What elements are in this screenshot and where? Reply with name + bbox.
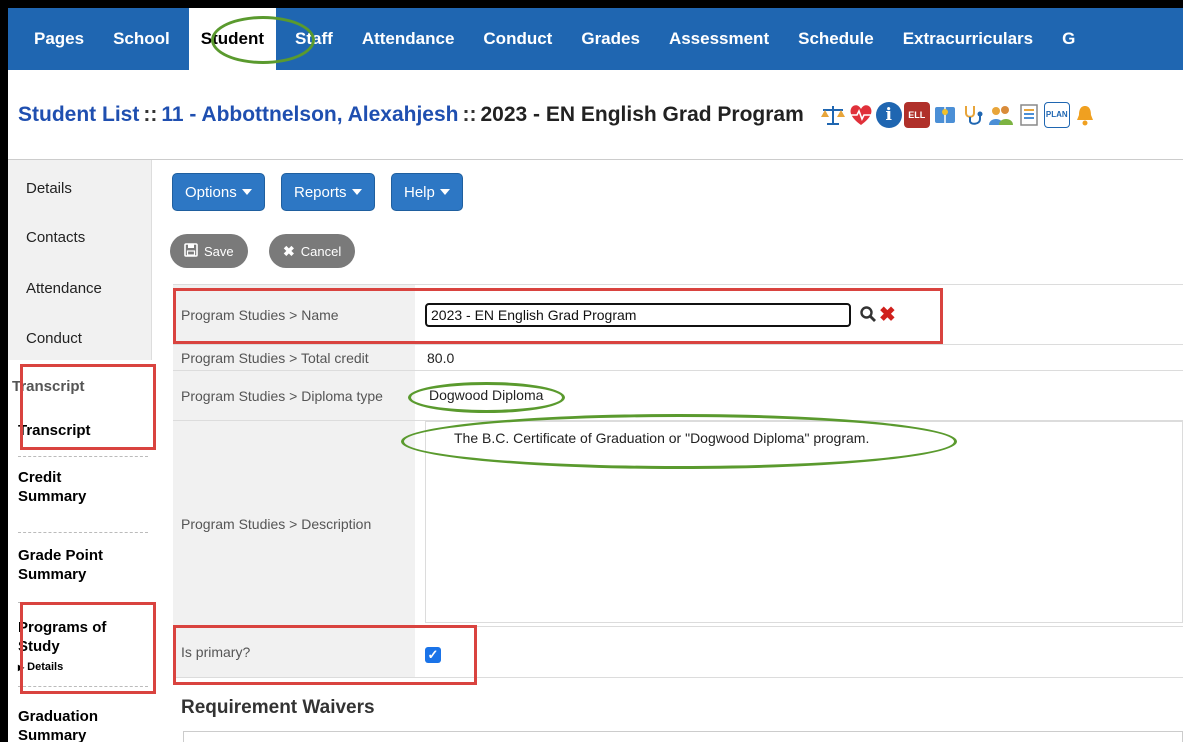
floppy-disk-icon (184, 242, 198, 260)
tab-staff[interactable]: Staff (295, 8, 333, 70)
tab-schedule[interactable]: Schedule (798, 8, 874, 70)
plan-icon[interactable]: PLAN (1043, 101, 1070, 128)
info-icon[interactable]: i (875, 101, 902, 128)
sidebar-item-conduct[interactable]: Conduct (26, 330, 82, 347)
bell-icon[interactable] (1071, 101, 1098, 128)
sidebar-item-grade-point-summary[interactable]: Grade Point Summary (18, 546, 103, 584)
sidebar-item-programs-of-study[interactable]: Programs of Study ▶ Details (18, 618, 106, 677)
options-button[interactable]: Options (172, 173, 265, 211)
form-row-description: Program Studies > Description The B.C. C… (173, 420, 1183, 626)
app-window: Pages School Student Staff Attendance Co… (0, 0, 1183, 742)
student-alert-icons: i ELL PLAN (819, 101, 1098, 128)
scales-icon[interactable] (819, 101, 846, 128)
breadcrumb-separator: :: (143, 102, 158, 126)
description-label: Program Studies > Description (173, 421, 415, 626)
form-row-is-primary: Is primary? ✓ (173, 626, 1183, 678)
cancel-button[interactable]: ✖ Cancel (269, 234, 356, 268)
is-primary-label: Is primary? (173, 627, 415, 677)
triangle-right-icon: ▶ (18, 663, 25, 672)
program-name-input[interactable] (425, 303, 851, 327)
help-button[interactable]: Help (391, 173, 463, 211)
name-label: Program Studies > Name (173, 285, 415, 344)
search-icon[interactable] (859, 305, 877, 328)
reports-button[interactable]: Reports (281, 173, 375, 211)
sidebar-item-graduation-summary[interactable]: Graduation Summary (18, 707, 98, 742)
book-icon[interactable] (931, 101, 958, 128)
caret-down-icon (439, 189, 450, 195)
caret-down-icon (351, 189, 362, 195)
save-button[interactable]: Save (170, 234, 248, 268)
people-icon[interactable] (987, 101, 1014, 128)
total-credit-value: 80.0 (427, 350, 455, 366)
sidebar-item-details[interactable]: Details (26, 180, 72, 197)
tab-extracurriculars[interactable]: Extracurriculars (903, 8, 1033, 70)
total-credit-label: Program Studies > Total credit (173, 345, 415, 370)
heart-icon[interactable] (847, 101, 874, 128)
sidebar-group-transcript: Transcript (12, 378, 85, 395)
caret-down-icon (241, 189, 252, 195)
requirement-waivers-heading: Requirement Waivers (181, 697, 375, 718)
is-primary-checkbox[interactable]: ✓ (425, 647, 441, 663)
form-row-name: Program Studies > Name ✖ (173, 284, 1183, 344)
tab-g[interactable]: G (1062, 8, 1075, 70)
sidebar-item-transcript[interactable]: Transcript (18, 422, 91, 439)
diploma-type-label: Program Studies > Diploma type (173, 371, 415, 420)
tab-grades[interactable]: Grades (581, 8, 640, 70)
stethoscope-icon[interactable] (959, 101, 986, 128)
ell-icon[interactable]: ELL (903, 101, 930, 128)
sidebar-item-contacts[interactable]: Contacts (26, 229, 85, 246)
tab-assessment[interactable]: Assessment (669, 8, 769, 70)
top-navigation: Pages School Student Staff Attendance Co… (8, 8, 1183, 70)
sidebar-subitem-details[interactable]: ▶ Details (18, 658, 106, 677)
breadcrumb-student[interactable]: 11 - Abbottnelson, Alexahjesh (161, 103, 458, 127)
description-textarea[interactable]: The B.C. Certificate of Graduation or "D… (425, 421, 1183, 623)
breadcrumb: Student List :: 11 - Abbottnelson, Alexa… (8, 70, 1183, 160)
tab-pages[interactable]: Pages (34, 8, 84, 70)
requirement-waivers-table (183, 731, 1183, 742)
form-row-total-credit: Program Studies > Total credit 80.0 (173, 344, 1183, 370)
tab-student[interactable]: Student (188, 8, 277, 70)
breadcrumb-separator: :: (462, 102, 477, 126)
document-icon[interactable] (1015, 101, 1042, 128)
sidebar-item-credit-summary[interactable]: Credit Summary (18, 468, 86, 506)
tab-conduct[interactable]: Conduct (483, 8, 552, 70)
breadcrumb-student-list[interactable]: Student List (18, 103, 139, 127)
tab-attendance[interactable]: Attendance (362, 8, 455, 70)
diploma-type-value: Dogwood Diploma (429, 387, 544, 403)
side-navigation: Details Contacts Attendance Conduct Tran… (8, 160, 152, 742)
sidebar-item-attendance[interactable]: Attendance (26, 280, 102, 297)
breadcrumb-program: 2023 - EN English Grad Program (480, 102, 804, 126)
form-row-diploma-type: Program Studies > Diploma type Dogwood D… (173, 370, 1183, 420)
clear-icon[interactable]: ✖ (879, 302, 896, 327)
tab-school[interactable]: School (113, 8, 170, 70)
close-icon: ✖ (283, 242, 295, 259)
